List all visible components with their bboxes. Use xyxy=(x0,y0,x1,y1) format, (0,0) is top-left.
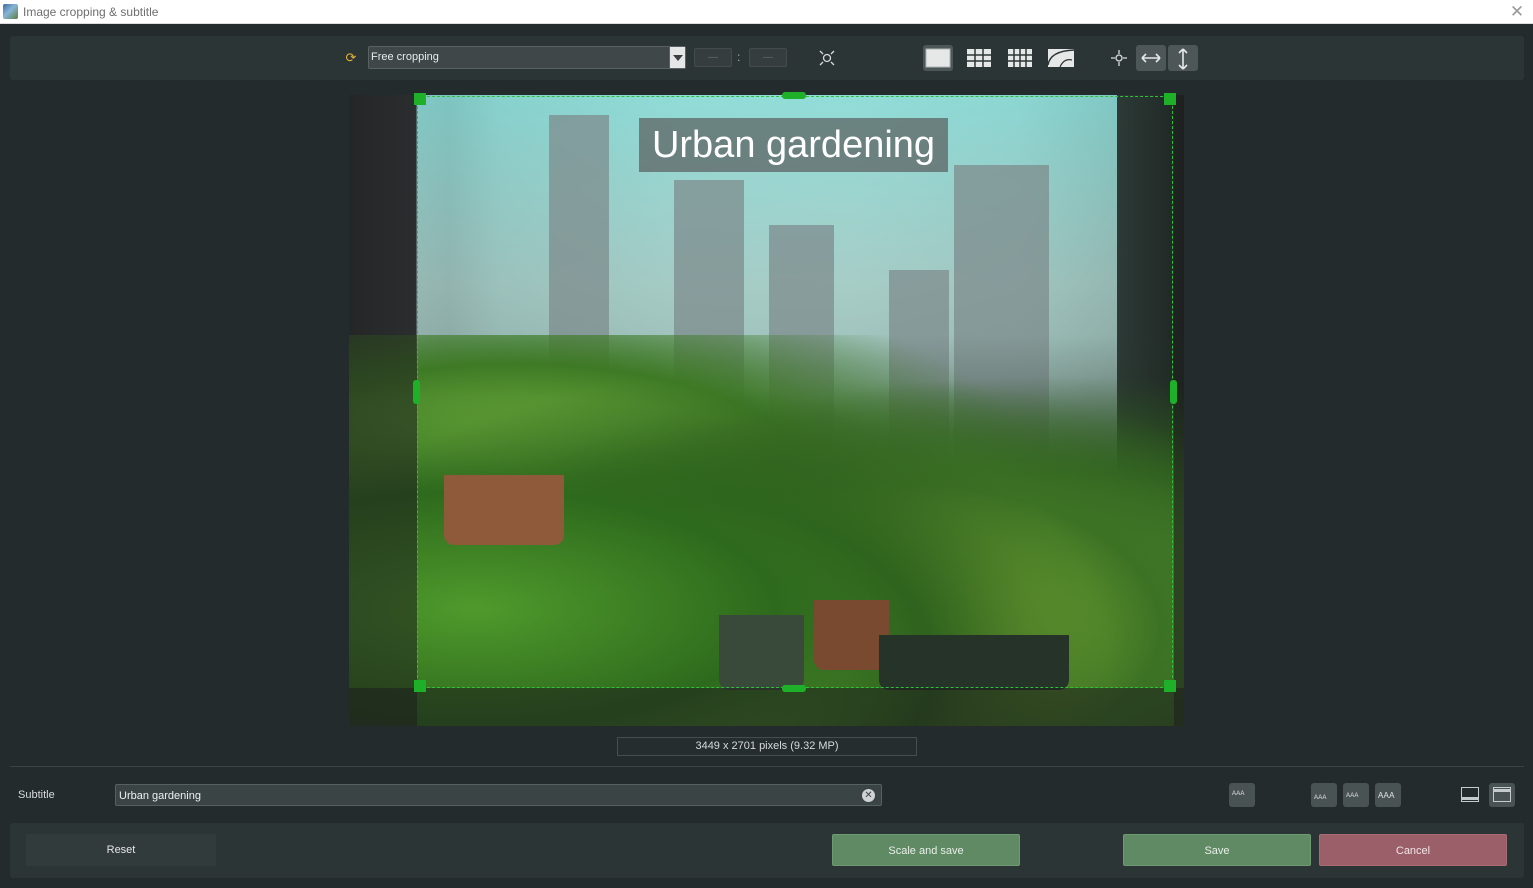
crop-mask-bottom xyxy=(349,688,1184,726)
ratio-width-input[interactable]: — xyxy=(694,48,732,67)
divider xyxy=(10,766,1524,767)
window-title: Image cropping & subtitle xyxy=(23,5,159,19)
ratio-height-input[interactable]: — xyxy=(749,48,787,67)
fit-to-frame-icon xyxy=(819,50,835,66)
clear-icon[interactable]: ✕ xyxy=(862,789,875,802)
crop-handle-top[interactable] xyxy=(782,92,806,99)
crop-handle-left[interactable] xyxy=(413,380,420,404)
ratio-separator: : xyxy=(737,50,741,64)
crop-handle-top-left[interactable] xyxy=(414,93,426,105)
crop-mode-value: Free cropping xyxy=(371,51,439,63)
close-icon[interactable]: ✕ xyxy=(1507,2,1527,22)
image-dimensions: 3449 x 2701 pixels (9.32 MP) xyxy=(617,737,917,756)
fit-to-frame-button[interactable] xyxy=(812,45,842,71)
save-button[interactable]: Save xyxy=(1123,834,1311,866)
app-icon xyxy=(3,4,18,19)
crop-handle-bottom-left[interactable] xyxy=(414,680,426,692)
align-bottom-text-label: AAA xyxy=(1314,795,1327,801)
grid-3x3-button[interactable] xyxy=(964,45,994,71)
chevron-down-icon[interactable] xyxy=(669,47,685,68)
position-bottom-bar xyxy=(1461,797,1479,800)
subtitle-overlay: Urban gardening xyxy=(639,118,948,172)
flip-horizontal-button[interactable] xyxy=(1136,45,1166,71)
flip-vertical-button[interactable] xyxy=(1168,45,1198,71)
subtitle-input[interactable]: Urban gardening ✕ xyxy=(115,784,882,806)
crop-toolbar: ⟳ Free cropping — : — xyxy=(10,36,1524,80)
crop-mode-select[interactable]: Free cropping xyxy=(368,46,686,69)
align-top-text-label: AAA xyxy=(1378,791,1395,800)
flip-vertical-icon xyxy=(1178,48,1188,70)
text-style-button[interactable]: AAA xyxy=(1229,783,1255,807)
grid-3x3-icon xyxy=(967,49,991,67)
rotate-icon xyxy=(1047,49,1075,68)
crop-handle-bottom-right[interactable] xyxy=(1164,680,1176,692)
subtitle-label: Subtitle xyxy=(18,789,55,801)
text-style-label: AAA xyxy=(1232,791,1245,797)
sync-icon[interactable]: ⟳ xyxy=(343,50,359,66)
crop-mask-right xyxy=(1174,95,1184,726)
no-grid-icon xyxy=(925,48,951,68)
align-middle-text-label: AAA xyxy=(1346,793,1359,799)
crop-handle-top-right[interactable] xyxy=(1164,93,1176,105)
crop-handle-bottom[interactable] xyxy=(782,685,806,692)
align-bottom-text-button[interactable]: AAA xyxy=(1311,783,1337,807)
align-top-text-button[interactable]: AAA xyxy=(1375,783,1401,807)
crop-frame[interactable] xyxy=(417,96,1173,688)
reset-button[interactable]: Reset xyxy=(26,834,216,866)
grid-4x3-icon xyxy=(1008,49,1032,67)
flip-horizontal-icon xyxy=(1141,53,1161,63)
crop-handle-right[interactable] xyxy=(1170,380,1177,404)
crop-mask-left xyxy=(349,95,417,726)
center-icon xyxy=(1111,50,1127,66)
grid-4x3-button[interactable] xyxy=(1005,45,1035,71)
position-top-bar xyxy=(1493,789,1511,792)
scale-and-save-button[interactable]: Scale and save xyxy=(832,834,1020,866)
no-grid-button[interactable] xyxy=(923,45,953,71)
center-button[interactable] xyxy=(1104,45,1134,71)
cancel-button[interactable]: Cancel xyxy=(1319,834,1507,866)
rotate-button[interactable] xyxy=(1046,45,1076,71)
subtitle-position-top-button[interactable] xyxy=(1489,783,1515,807)
subtitle-input-value: Urban gardening xyxy=(119,790,201,802)
title-bar: Image cropping & subtitle ✕ xyxy=(0,0,1533,24)
subtitle-position-bottom-button[interactable] xyxy=(1457,783,1483,807)
align-middle-text-button[interactable]: AAA xyxy=(1343,783,1369,807)
